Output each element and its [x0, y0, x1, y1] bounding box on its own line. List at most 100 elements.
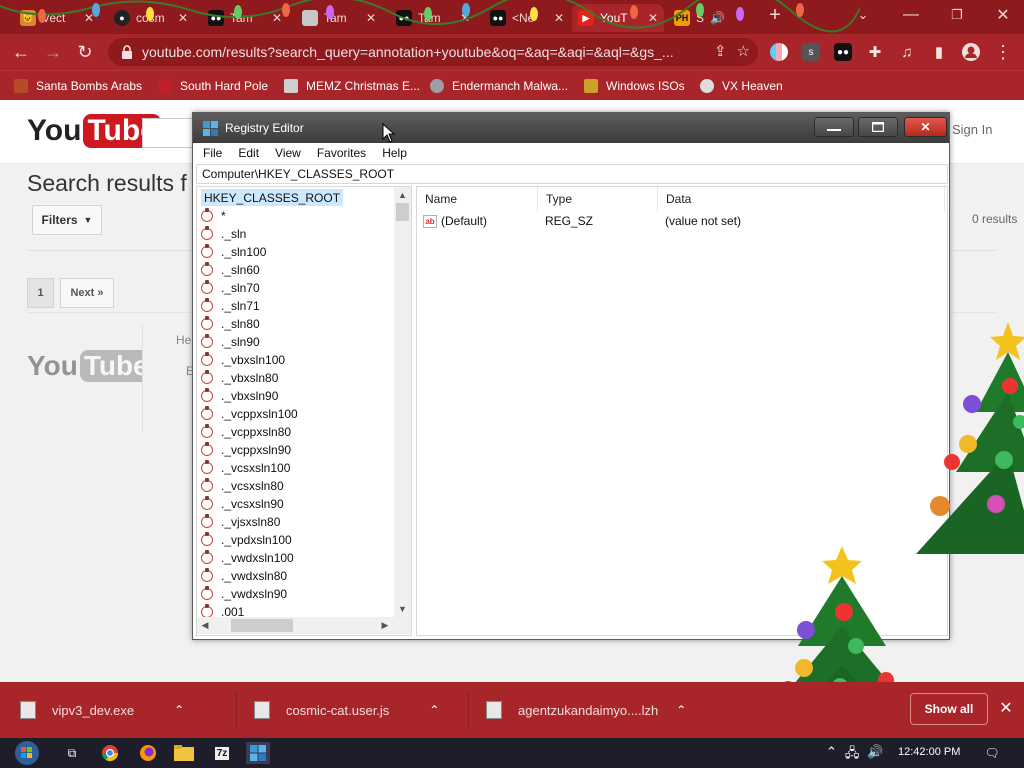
new-tab-button[interactable]: + — [760, 0, 790, 30]
chrome-icon[interactable] — [98, 742, 122, 764]
tree-key-item[interactable]: ._vcsxsln100 — [201, 459, 290, 477]
tree-key-item[interactable]: ._sln60 — [201, 261, 260, 279]
bookmark-santa-bombs-arabs[interactable]: Santa Bombs Arabs — [14, 77, 142, 95]
close-tab-icon[interactable]: ✕ — [178, 11, 188, 25]
minimize-button[interactable]: — — [888, 0, 934, 30]
tree-key-item[interactable]: ._vcppxsln80 — [201, 423, 291, 441]
bookmark-vx-heaven[interactable]: VX Heaven — [700, 77, 783, 95]
tab-tam-3[interactable]: ●● Tam ✕ — [390, 4, 476, 32]
side-panel-icon[interactable]: ▮ — [926, 40, 952, 64]
close-tab-icon[interactable]: ✕ — [366, 11, 376, 25]
close-tab-icon[interactable]: ✕ — [554, 11, 564, 25]
tree-key-item[interactable]: ._vbxsln90 — [201, 387, 278, 405]
close-tab-icon[interactable]: ✕ — [460, 11, 470, 25]
show-all-button[interactable]: Show all — [910, 693, 988, 725]
chevron-up-icon[interactable]: ⌃ — [174, 703, 184, 717]
close-button[interactable]: ✕ — [904, 117, 947, 137]
bookmark-windows-isos[interactable]: Windows ISOs — [584, 77, 685, 95]
page-1-button[interactable]: 1 — [27, 278, 54, 308]
clock[interactable]: 12:42:00 PM — [898, 746, 960, 758]
tree-key-item[interactable]: ._vbxsln80 — [201, 369, 278, 387]
address-bar[interactable]: youtube.com/results?search_query=annotat… — [108, 38, 758, 66]
download-item[interactable]: agentzukandaimyo....lzh ⌃ — [486, 694, 686, 726]
sign-in-link[interactable]: Sign In — [952, 122, 992, 137]
flag-extension-icon[interactable] — [770, 43, 788, 61]
scroll-right-icon[interactable]: ▶ — [377, 617, 393, 634]
back-button[interactable]: ← — [8, 40, 34, 64]
close-window-button[interactable]: ✕ — [980, 0, 1024, 30]
extensions-puzzle-icon[interactable]: ✚ — [862, 40, 888, 64]
download-item[interactable]: cosmic-cat.user.js ⌃ — [254, 694, 439, 726]
tree-key-item[interactable]: ._vcsxsln80 — [201, 477, 284, 495]
firefox-icon[interactable] — [136, 742, 160, 764]
menu-help[interactable]: Help — [376, 146, 413, 160]
tab-tam-2[interactable]: Tam ✕ — [296, 4, 382, 32]
bookmark-endermanch-malware[interactable]: Endermanch Malwa... — [430, 77, 568, 95]
scroll-down-icon[interactable]: ▼ — [394, 601, 411, 617]
tree-key-item[interactable]: ._sln70 — [201, 279, 260, 297]
tab-vect[interactable]: 🐱 Vect ✕ — [14, 4, 100, 32]
scroll-up-icon[interactable]: ▲ — [394, 187, 411, 203]
title-bar[interactable]: Registry Editor ✕ — [193, 113, 949, 143]
filters-button[interactable]: Filters ▼ — [32, 205, 102, 235]
menu-view[interactable]: View — [269, 146, 307, 160]
s-extension-icon[interactable]: s — [802, 43, 820, 61]
close-tab-icon[interactable]: ✕ — [84, 11, 94, 25]
column-header-data[interactable]: Data — [658, 187, 945, 211]
tree-key-item[interactable]: ._vwdxsln80 — [201, 567, 287, 585]
scroll-left-icon[interactable]: ◀ — [197, 617, 213, 634]
tree-key-item[interactable]: ._vpdxsln100 — [201, 531, 292, 549]
restore-button[interactable]: ❐ — [934, 0, 980, 30]
profile-avatar[interactable] — [958, 40, 984, 64]
tree-key-item[interactable]: ._vwdxsln100 — [201, 549, 294, 567]
tree-key-item[interactable]: ._vcsxsln90 — [201, 495, 284, 513]
scroll-thumb[interactable] — [396, 203, 409, 221]
regedit-taskbar-icon[interactable] — [246, 742, 270, 764]
key-tree-pane[interactable]: HKEY_CLASSES_ROOT * ._sln ._sln100 ._sln60.… — [196, 186, 412, 636]
menu-edit[interactable]: Edit — [232, 146, 265, 160]
reload-button[interactable]: ↻ — [72, 40, 98, 64]
tab-youtube[interactable]: ▶ YouT ✕ — [572, 4, 664, 32]
chevron-up-icon[interactable]: ⌃ — [826, 744, 837, 766]
tab-s[interactable]: PH S 🔊 — [668, 4, 758, 32]
tree-key-item[interactable]: ._vbxsln100 — [201, 351, 285, 369]
tree-vertical-scrollbar[interactable]: ▲ ▼ — [394, 187, 411, 617]
minimize-button[interactable] — [814, 117, 854, 137]
tree-horizontal-scrollbar[interactable]: ◀ ▶ — [197, 617, 411, 634]
tree-key-item[interactable]: ._sln — [201, 225, 246, 243]
download-item[interactable]: vipv3_dev.exe ⌃ — [20, 694, 184, 726]
bookmark-memz-christmas[interactable]: MEMZ Christmas E... — [284, 77, 420, 95]
next-page-button[interactable]: Next » — [60, 278, 114, 308]
share-icon[interactable]: ⇪ — [714, 42, 727, 60]
media-control-icon[interactable]: ♫ — [894, 40, 920, 64]
tree-key-item[interactable]: ._sln80 — [201, 315, 260, 333]
scroll-thumb[interactable] — [231, 619, 293, 632]
tree-key-item[interactable]: ._sln100 — [201, 243, 266, 261]
tab-cosm[interactable]: ● cosm ✕ — [108, 4, 194, 32]
tree-root-hkcr[interactable]: HKEY_CLASSES_ROOT — [201, 189, 344, 206]
registry-address-bar[interactable]: Computer\HKEY_CLASSES_ROOT — [196, 164, 948, 184]
menu-favorites[interactable]: Favorites — [311, 146, 372, 160]
tab-search-chevron-icon[interactable]: ⌄ — [840, 0, 886, 30]
tree-key-item[interactable]: * — [201, 207, 226, 225]
notifications-icon[interactable]: 🗨 — [980, 742, 1004, 764]
value-row-name[interactable]: ab (Default) — [423, 212, 487, 230]
file-explorer-icon[interactable] — [172, 742, 196, 764]
tree-key-item[interactable]: ._vcppxsln90 — [201, 441, 291, 459]
column-header-type[interactable]: Type — [538, 187, 658, 211]
column-header-name[interactable]: Name — [417, 187, 538, 211]
close-downloads-icon[interactable]: ✕ — [996, 698, 1016, 718]
tree-key-item[interactable]: ._vjsxsln80 — [201, 513, 280, 531]
tree-key-item[interactable]: ._sln90 — [201, 333, 260, 351]
tab-ne[interactable]: ●● <Ne ✕ — [484, 4, 570, 32]
maximize-button[interactable] — [858, 117, 898, 137]
start-button[interactable] — [10, 738, 44, 768]
chevron-up-icon[interactable]: ⌃ — [676, 703, 686, 717]
menu-file[interactable]: File — [197, 146, 228, 160]
task-view-icon[interactable]: ⧉ — [60, 742, 84, 764]
volume-icon[interactable]: 🔊 — [867, 744, 883, 766]
chevron-up-icon[interactable]: ⌃ — [429, 703, 439, 717]
7zip-icon[interactable]: 7z — [210, 742, 234, 764]
bookmark-star-icon[interactable]: ☆ — [737, 42, 750, 60]
tree-key-item[interactable]: ._vcppxsln100 — [201, 405, 298, 423]
